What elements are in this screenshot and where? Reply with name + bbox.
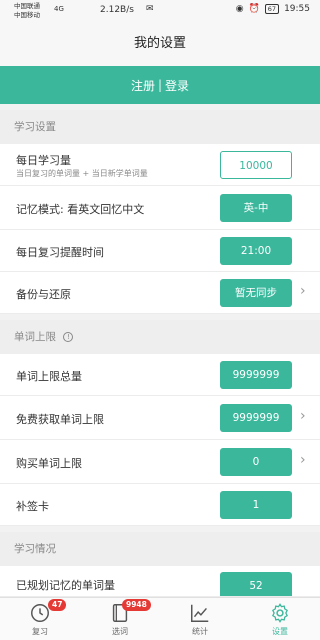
info-icon[interactable]: ! <box>63 332 74 342</box>
carrier-2: 中国移动 <box>14 11 40 19</box>
select-words-badge: 9948 <box>122 599 151 611</box>
row-makeup-card[interactable]: 补签卡 1 <box>0 484 320 526</box>
backup-label: 备份与还原 <box>16 288 71 301</box>
network-speed: 2.12B/s <box>100 5 134 15</box>
buy-limit-label: 购买单词上限 <box>16 457 82 470</box>
row-reminder[interactable]: 每日复习提醒时间 21:00 <box>0 230 320 272</box>
row-backup[interactable]: 备份与还原 暂无同步 › <box>0 272 320 314</box>
memory-mode-label: 记忆模式: 看英文回忆中文 <box>16 203 145 216</box>
alarm-icon: ⏰ <box>248 4 260 14</box>
row-buy-limit[interactable]: 购买单词上限 0 › <box>0 440 320 484</box>
login-link[interactable]: 登录 <box>165 77 189 94</box>
makeup-card-button[interactable]: 1 <box>220 491 292 519</box>
makeup-card-label: 补签卡 <box>16 500 49 513</box>
carrier-1: 中国联通 <box>14 2 40 10</box>
planned-words-value: 52 <box>220 572 292 596</box>
bottom-tab-bar: 47 复习 9948 选词 统计 设置 <box>0 597 320 640</box>
gear-icon <box>272 603 288 623</box>
status-right: ◉ ⏰ 67 19:55 <box>236 4 310 14</box>
eye-icon: ◉ <box>235 4 244 14</box>
row-memory-mode[interactable]: 记忆模式: 看英文回忆中文 英-中 <box>0 186 320 230</box>
clock-time: 19:55 <box>284 4 310 14</box>
backup-sync-button[interactable]: 暂无同步 <box>220 279 292 307</box>
carrier-info: 中国联通 中国移动 <box>14 2 40 20</box>
tab-select-words-label: 选词 <box>112 627 128 636</box>
total-limit-value: 9999999 <box>220 361 292 389</box>
section-word-limit: 单词上限 ! <box>0 320 320 354</box>
buy-limit-button[interactable]: 0 <box>220 448 292 476</box>
banner-separator: | <box>157 78 163 92</box>
chart-icon <box>191 604 209 622</box>
free-limit-button[interactable]: 9999999 <box>220 404 292 432</box>
row-planned-words: 已规划记忆的单词量 52 <box>0 566 320 597</box>
daily-study-sublabel: 当日复习的单词量 + 当日新学单词量 <box>16 169 148 178</box>
account-banner: 注册 | 登录 <box>0 66 320 104</box>
tab-statistics-label: 统计 <box>192 627 208 636</box>
planned-words-label: 已规划记忆的单词量 <box>16 579 115 592</box>
row-free-limit[interactable]: 免费获取单词上限 9999999 › <box>0 396 320 440</box>
section-study-settings: 学习设置 <box>0 110 320 144</box>
memory-mode-button[interactable]: 英-中 <box>220 194 292 222</box>
chevron-right-icon: › <box>300 283 306 299</box>
reminder-label: 每日复习提醒时间 <box>16 246 104 259</box>
free-limit-label: 免费获取单词上限 <box>16 413 104 426</box>
daily-study-label: 每日学习量 <box>16 154 71 167</box>
status-bar: 中国联通 中国移动 4G 2.12B/s ✉ ◉ ⏰ 67 19:55 <box>0 0 320 22</box>
tab-review-label: 复习 <box>32 627 48 636</box>
row-total-limit: 单词上限总量 9999999 <box>0 354 320 396</box>
chevron-right-icon: › <box>300 452 306 468</box>
review-badge: 47 <box>48 599 67 611</box>
tab-settings[interactable]: 设置 <box>240 598 320 640</box>
page-title: 我的设置 <box>0 22 320 66</box>
total-limit-label: 单词上限总量 <box>16 370 82 383</box>
tab-statistics[interactable]: 统计 <box>160 598 240 640</box>
tab-select-words[interactable]: 9948 选词 <box>80 598 160 640</box>
register-link[interactable]: 注册 <box>131 77 155 94</box>
word-limit-heading: 单词上限 <box>14 331 56 343</box>
tab-review[interactable]: 47 复习 <box>0 598 80 640</box>
signal-indicator: 4G <box>54 5 64 13</box>
row-daily-study[interactable]: 每日学习量 当日复习的单词量 + 当日新学单词量 10000 <box>0 144 320 186</box>
section-study-status: 学习情况 <box>0 532 320 566</box>
battery-indicator: 67 <box>264 4 280 14</box>
reminder-time-button[interactable]: 21:00 <box>220 237 292 265</box>
tab-settings-label: 设置 <box>272 627 288 636</box>
notification-icon: ✉ <box>146 4 154 14</box>
chevron-right-icon: › <box>300 408 306 424</box>
daily-study-input[interactable]: 10000 <box>220 151 292 179</box>
